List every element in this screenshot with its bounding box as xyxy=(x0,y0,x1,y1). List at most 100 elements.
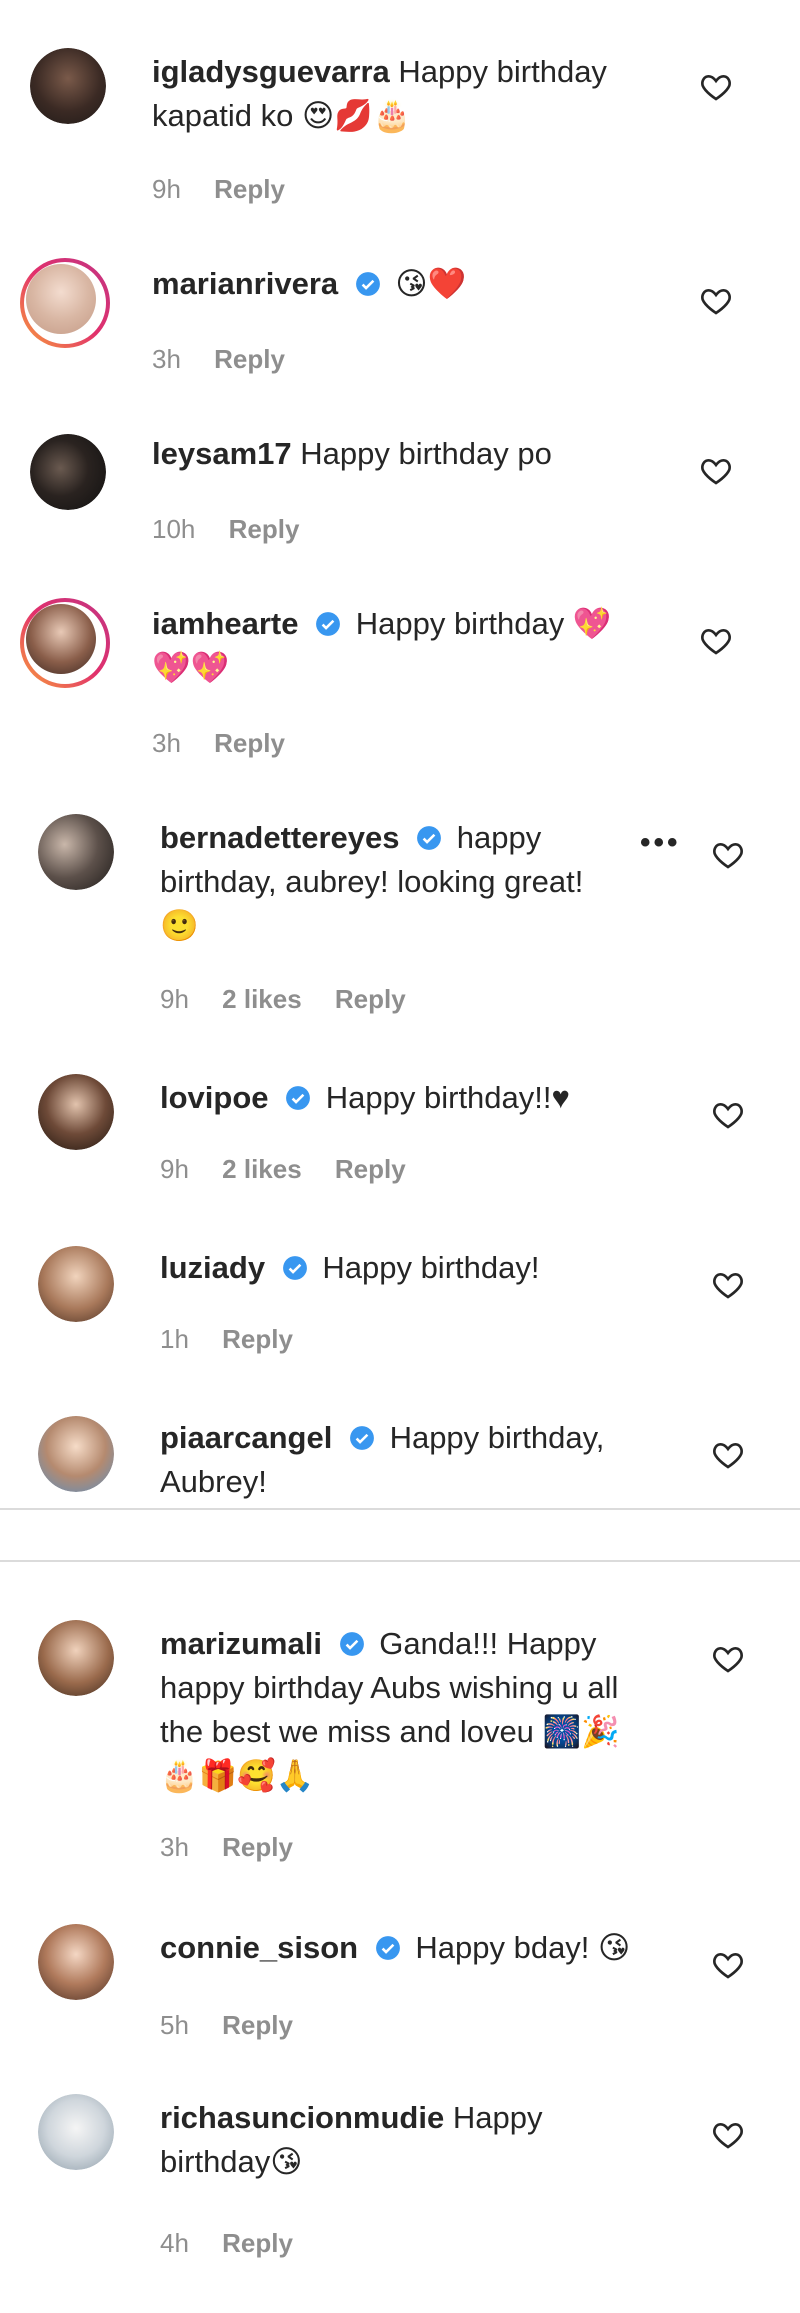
reply-button[interactable]: Reply xyxy=(222,1832,293,1862)
reply-button[interactable]: Reply xyxy=(335,984,406,1014)
username[interactable]: iamhearte xyxy=(152,606,298,641)
avatar[interactable] xyxy=(38,1246,114,1322)
comment-meta: 10h Reply xyxy=(152,514,325,545)
timestamp: 5h xyxy=(160,2010,189,2040)
comment-item: marianrivera 😘❤️ 3h Reply xyxy=(0,230,800,400)
avatar[interactable] xyxy=(38,814,114,890)
comment-text-line2: happy birthday Aubs wishing u all xyxy=(160,1670,619,1705)
heart-icon[interactable] xyxy=(712,1950,744,1980)
divider xyxy=(0,1560,800,1562)
comment-text: Ganda!!! Happy xyxy=(379,1626,597,1661)
reply-button[interactable]: Reply xyxy=(214,344,285,374)
timestamp: 3h xyxy=(160,1832,189,1862)
comment-text-line2: Aubrey! xyxy=(160,1464,267,1499)
likes-count[interactable]: 2 likes xyxy=(222,1154,302,1184)
reply-button[interactable]: Reply xyxy=(222,1324,293,1354)
heart-icon[interactable] xyxy=(700,286,732,316)
reply-button[interactable]: Reply xyxy=(214,174,285,204)
heart-icon[interactable] xyxy=(700,626,732,656)
avatar[interactable] xyxy=(38,1924,114,2000)
comment-text: Happy birthday!!♥ xyxy=(325,1080,570,1115)
verified-badge-icon xyxy=(286,1086,311,1110)
heart-icon[interactable] xyxy=(700,456,732,486)
avatar[interactable] xyxy=(38,2094,114,2170)
reply-button[interactable]: Reply xyxy=(214,728,285,758)
heart-icon[interactable] xyxy=(712,1440,744,1470)
comment-item: igladysguevarra Happy birthday kapatid k… xyxy=(0,0,800,230)
verified-badge-icon xyxy=(339,1632,364,1656)
avatar[interactable] xyxy=(20,258,110,348)
more-options-button[interactable]: ••• xyxy=(640,826,681,860)
comment-item: marizumali Ganda!!! Happy happy birthday… xyxy=(0,1590,800,1910)
reply-button[interactable]: Reply xyxy=(222,2010,293,2040)
comment-emoji: 😘❤️ xyxy=(395,266,467,302)
avatar[interactable] xyxy=(30,48,106,124)
timestamp: 4h xyxy=(160,2228,189,2258)
username[interactable]: igladysguevarra xyxy=(152,54,390,89)
comment-text-line2: birthday, aubrey! looking great! xyxy=(160,864,584,899)
comment-emoji: 🙂 xyxy=(160,908,199,944)
username[interactable]: connie_sison xyxy=(160,1930,358,1965)
timestamp: 3h xyxy=(152,344,181,374)
comment-text: Happy birthday xyxy=(398,54,607,89)
comment-item: leysam17 Happy birthday po 10h Reply xyxy=(0,400,800,570)
comment-meta: 3h Reply xyxy=(152,344,311,375)
comment-emoji: 😍💋🎂 xyxy=(301,98,412,134)
comment-text: Happy bday! xyxy=(415,1930,590,1965)
avatar[interactable] xyxy=(20,598,110,688)
username[interactable]: leysam17 xyxy=(152,436,292,471)
reply-button[interactable]: Reply xyxy=(222,2228,293,2258)
comment-text: Happy birthday xyxy=(355,606,565,641)
likes-count[interactable]: 2 likes xyxy=(222,984,302,1014)
comment-meta: 3h Reply xyxy=(160,1832,319,1863)
verified-badge-icon xyxy=(375,1936,400,1960)
comment-item: lovipoe Happy birthday!!♥ 9h 2 likes Rep… xyxy=(0,1040,800,1210)
comment-meta: 5h Reply xyxy=(160,2010,319,2041)
username[interactable]: lovipoe xyxy=(160,1080,269,1115)
timestamp: 9h xyxy=(160,1154,189,1184)
avatar[interactable] xyxy=(38,1074,114,1150)
comment-meta: 3h Reply xyxy=(152,728,311,759)
heart-icon[interactable] xyxy=(700,72,732,102)
timestamp: 1h xyxy=(160,1324,189,1354)
comment-meta: 9h Reply xyxy=(152,174,311,205)
divider xyxy=(0,1508,800,1510)
timestamp: 9h xyxy=(152,174,181,204)
username[interactable]: richasuncionmudie xyxy=(160,2100,444,2135)
comment-emoji: 😘 xyxy=(270,2144,303,2180)
comment-meta: 9h 2 likes Reply xyxy=(160,984,432,1015)
heart-icon[interactable] xyxy=(712,1100,744,1130)
comment-meta: 1h Reply xyxy=(160,1324,319,1355)
heart-icon[interactable] xyxy=(712,1644,744,1674)
comment-text: Happy birthday! xyxy=(322,1250,540,1285)
comment-item: connie_sison Happy bday! 😘 5h Reply xyxy=(0,1910,800,2080)
reply-button[interactable]: Reply xyxy=(335,1154,406,1184)
comment-text: Happy xyxy=(452,2100,543,2135)
reply-button[interactable]: Reply xyxy=(229,514,300,544)
verified-badge-icon xyxy=(417,826,442,850)
timestamp: 3h xyxy=(152,728,181,758)
comment-item: iamhearte Happy birthday 💖 💖💖 3h Reply xyxy=(0,570,800,800)
username[interactable]: marizumali xyxy=(160,1626,322,1661)
comment-text: Happy birthday, xyxy=(389,1420,605,1455)
comment-emoji-line2: 💖💖 xyxy=(152,650,230,686)
avatar[interactable] xyxy=(30,434,106,510)
username[interactable]: luziady xyxy=(160,1250,265,1285)
comment-emoji: 😘 xyxy=(598,1930,631,1966)
heart-icon[interactable] xyxy=(712,2120,744,2150)
username[interactable]: bernadettereyes xyxy=(160,820,400,855)
username[interactable]: piaarcangel xyxy=(160,1420,332,1455)
comment-item: bernadettereyes happy birthday, aubrey! … xyxy=(0,800,800,1040)
heart-icon[interactable] xyxy=(712,840,744,870)
avatar[interactable] xyxy=(38,1620,114,1696)
avatar[interactable] xyxy=(38,1416,114,1492)
heart-icon[interactable] xyxy=(712,1270,744,1300)
username[interactable]: marianrivera xyxy=(152,266,338,301)
timestamp: 9h xyxy=(160,984,189,1014)
comment-text-line2: kapatid ko xyxy=(152,98,294,133)
verified-badge-icon xyxy=(350,1426,374,1450)
comment-text-line2: birthday xyxy=(160,2144,271,2179)
comment-emoji: 💖 xyxy=(572,606,612,642)
comment-text: happy xyxy=(456,820,542,855)
comment-emoji-line4: 🎂🎁🥰🙏 xyxy=(160,1758,315,1794)
